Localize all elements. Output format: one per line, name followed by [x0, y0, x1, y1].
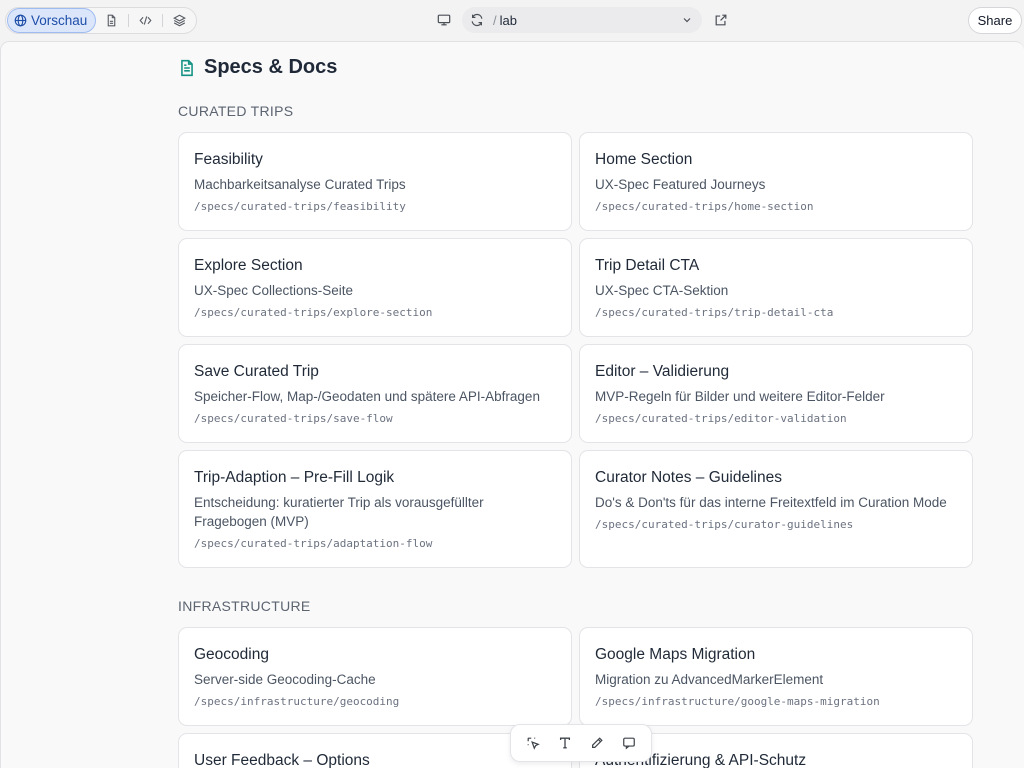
card-title: Geocoding	[194, 646, 269, 663]
top-toolbar: Vorschau / lab Share	[0, 0, 1024, 40]
card-path: /specs/curated-trips/curator-guidelines	[595, 518, 854, 531]
spec-card[interactable]: Save Curated Trip Speicher-Flow, Map-/Ge…	[178, 344, 572, 443]
card-path: /specs/curated-trips/editor-validation	[595, 412, 847, 425]
view-mode-switcher: Vorschau	[5, 7, 197, 34]
share-button[interactable]: Share	[968, 7, 1022, 34]
url-bar[interactable]: / lab	[462, 7, 702, 33]
card-description: Migration zu AdvancedMarkerElement	[595, 672, 824, 687]
section-title-curated-trips: CURATED TRIPS	[178, 103, 294, 119]
card-path: /specs/curated-trips/home-section	[595, 200, 814, 213]
card-title: Curator Notes – Guidelines	[595, 469, 782, 486]
page-title: Specs & Docs	[178, 56, 337, 79]
monitor-icon	[437, 14, 451, 26]
card-path: /specs/curated-trips/trip-detail-cta	[595, 306, 834, 319]
file-icon	[108, 14, 116, 27]
text-tool-button[interactable]	[554, 732, 576, 754]
layers-icon	[173, 14, 187, 27]
spec-card[interactable]: Editor – Validierung MVP-Regeln für Bild…	[579, 344, 973, 443]
text-icon	[559, 737, 571, 749]
spec-card[interactable]: Feasibility Machbarkeitsanalyse Curated …	[178, 132, 572, 231]
card-path: /specs/infrastructure/geocoding	[194, 695, 400, 708]
external-link-icon	[715, 14, 727, 26]
preview-tab-label: Vorschau	[31, 13, 88, 28]
spec-card[interactable]: Curator Notes – Guidelines Do's & Don'ts…	[579, 450, 973, 568]
globe-icon	[14, 14, 27, 27]
card-title: Feasibility	[194, 151, 263, 168]
layers-button[interactable]	[163, 8, 196, 33]
comment-icon	[623, 737, 635, 750]
card-description: Machbarkeitsanalyse Curated Trips	[194, 177, 406, 192]
code-view-button[interactable]	[129, 8, 162, 33]
spec-card[interactable]: Trip-Adaption – Pre-Fill Logik Entscheid…	[178, 450, 572, 568]
card-description: MVP-Regeln für Bilder und weitere Editor…	[595, 389, 885, 404]
card-title: Save Curated Trip	[194, 363, 319, 380]
reload-icon[interactable]	[470, 13, 484, 27]
card-description: Entscheidung: kuratierter Trip als vorau…	[194, 495, 484, 529]
card-title: Home Section	[595, 151, 693, 168]
spec-card[interactable]: Home Section UX-Spec Featured Journeys /…	[579, 132, 973, 231]
comment-tool-button[interactable]	[618, 732, 640, 754]
card-description: Do's & Don'ts für das interne Freitextfe…	[595, 495, 947, 510]
spec-card[interactable]: Explore Section UX-Spec Collections-Seit…	[178, 238, 572, 337]
card-title: Trip Detail CTA	[595, 257, 700, 274]
chevron-down-icon[interactable]	[681, 14, 693, 26]
select-icon	[527, 737, 540, 750]
url-prefix: /	[493, 12, 497, 28]
card-title: Editor – Validierung	[595, 363, 730, 380]
select-tool-button[interactable]	[522, 732, 544, 754]
section-title-infrastructure: INFRASTRUCTURE	[178, 598, 311, 614]
card-path: /specs/curated-trips/adaptation-flow	[194, 537, 433, 550]
card-description: UX-Spec CTA-Sektion	[595, 283, 729, 298]
card-description: Server-side Geocoding-Cache	[194, 672, 376, 687]
open-external-button[interactable]	[711, 10, 731, 30]
preview-tab[interactable]: Vorschau	[7, 8, 96, 33]
card-path: /specs/curated-trips/explore-section	[194, 306, 433, 319]
card-path: /specs/curated-trips/save-flow	[194, 412, 393, 425]
card-path: /specs/infrastructure/google-maps-migrat…	[595, 695, 880, 708]
spec-card[interactable]: Google Maps Migration Migration zu Advan…	[579, 627, 973, 726]
document-icon	[181, 59, 193, 76]
spec-card[interactable]: Trip Detail CTA UX-Spec CTA-Sektion /spe…	[579, 238, 973, 337]
card-title: Explore Section	[194, 257, 303, 274]
pencil-icon	[592, 737, 603, 748]
card-description: UX-Spec Collections-Seite	[194, 283, 354, 298]
card-description: UX-Spec Featured Journeys	[595, 177, 766, 192]
preview-panel: Specs & Docs CURATED TRIPS Feasibility M…	[0, 41, 1024, 768]
draw-tool-button[interactable]	[586, 732, 608, 754]
card-title: Google Maps Migration	[595, 646, 756, 663]
card-path: /specs/curated-trips/feasibility	[194, 200, 406, 213]
annotation-toolbar	[510, 724, 652, 762]
file-view-button[interactable]	[96, 8, 129, 33]
card-title: Trip-Adaption – Pre-Fill Logik	[194, 469, 395, 486]
spec-card[interactable]: Geocoding Server-side Geocoding-Cache /s…	[178, 627, 572, 726]
page-title-text: Specs & Docs	[204, 56, 338, 78]
url-path: lab	[499, 12, 517, 28]
code-icon	[139, 16, 152, 25]
device-preview-button[interactable]	[434, 10, 454, 30]
card-title: User Feedback – Options	[194, 752, 370, 768]
card-description: Speicher-Flow, Map-/Geodaten und spätere…	[194, 389, 540, 404]
